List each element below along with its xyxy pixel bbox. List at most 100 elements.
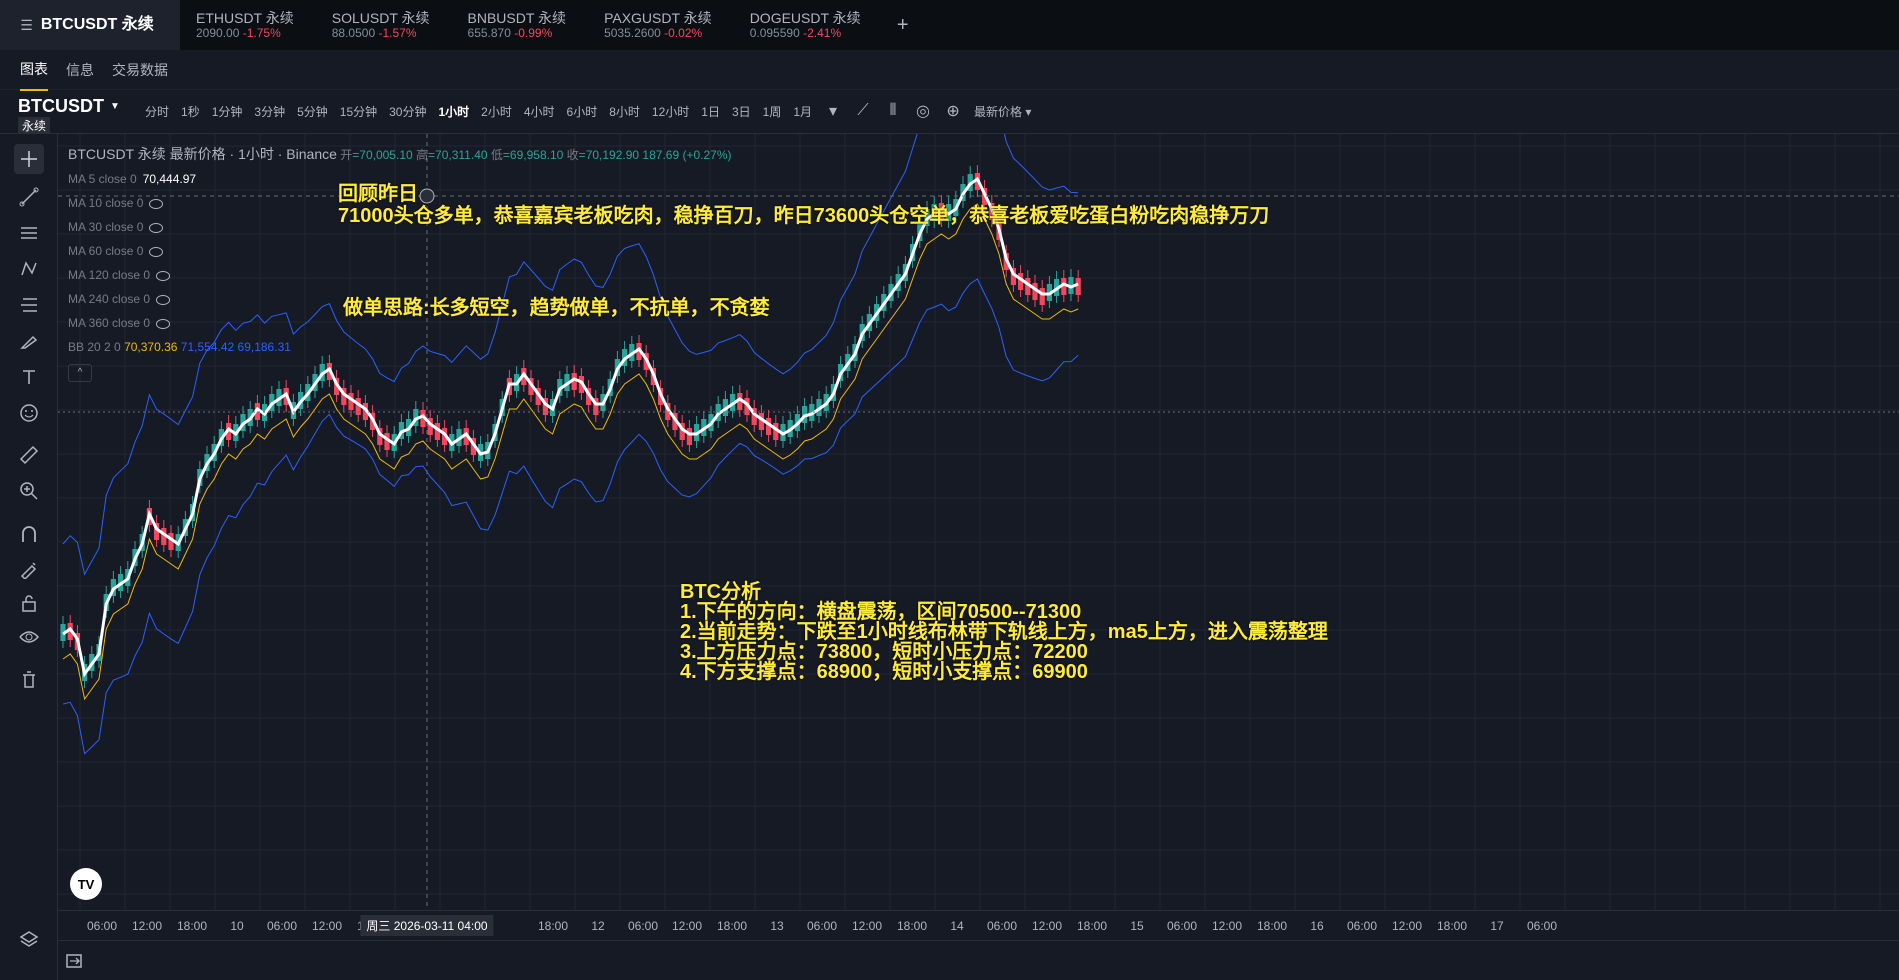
interval-9[interactable]: 4小时: [524, 103, 555, 120]
symbol-name: BTCUSDT: [18, 96, 104, 116]
tab-paxgusdt[interactable]: PAXGUSDT 永续 5035.2600 -0.02%: [588, 0, 734, 50]
hidden-eye-icon[interactable]: [149, 198, 164, 209]
time-tick: 06:00: [1166, 919, 1198, 933]
tab-title: BNBUSDT 永续: [467, 10, 567, 26]
interval-13[interactable]: 1日: [701, 103, 720, 120]
interval-14[interactable]: 3日: [732, 103, 751, 120]
brush-icon[interactable]: [14, 326, 44, 356]
interval-3[interactable]: 3分钟: [254, 103, 285, 120]
interval-5[interactable]: 15分钟: [340, 103, 377, 120]
symbol-selector[interactable]: BTCUSDT ▼ 永续: [18, 96, 120, 134]
time-tick: 06:00: [1526, 919, 1558, 933]
chart-pane[interactable]: BTCUSDT 永续 最新价格 · 1小时 · Binance 开=70,005…: [58, 134, 1899, 910]
time-tick: 18:00: [176, 919, 208, 933]
tab-price: 88.0500: [331, 26, 376, 40]
time-tick: 18:00: [716, 919, 748, 933]
view-tabs: 图表 信息 交易数据: [0, 49, 1899, 91]
fib-icon[interactable]: [14, 290, 44, 320]
time-tick: 17: [1490, 919, 1504, 933]
magnet-icon[interactable]: [14, 520, 44, 550]
time-tick: 12:00: [131, 919, 163, 933]
ma-label: MA 120 close 0: [68, 268, 151, 282]
time-axis[interactable]: 06:00 12:00 18:00 10 06:00 12:00 18:00 18:00 12 0…: [58, 910, 1899, 940]
tab-price: 655.870: [467, 26, 511, 40]
hidden-eye-icon[interactable]: [156, 294, 171, 305]
candle-body: [1039, 288, 1045, 305]
price-type-select[interactable]: 最新价格 ▾: [974, 103, 1031, 120]
interval-15[interactable]: 1周: [763, 103, 782, 120]
candle-body: [686, 428, 692, 445]
time-tick: 16: [1310, 919, 1324, 933]
tab-title: PAXGUSDT 永续: [604, 10, 712, 26]
interval-12[interactable]: 12小时: [652, 103, 689, 120]
strategy-note: 做单思路:长多短空，趋势做单，不抗单，不贪婪: [343, 297, 770, 319]
add-icon[interactable]: ⊕: [944, 102, 962, 120]
tab-trading-data[interactable]: 交易数据: [112, 50, 168, 90]
tab-solusdt[interactable]: SOLUSDT 永续 88.0500 -1.57%: [316, 0, 452, 50]
tab-btcusdt[interactable]: ☰ BTCUSDT 永续: [0, 0, 180, 50]
time-tick: 18:00: [1076, 919, 1108, 933]
tab-info[interactable]: 信息: [66, 50, 94, 90]
trend-line-icon[interactable]: [14, 182, 44, 212]
open-label: 开: [340, 148, 353, 162]
interval-16[interactable]: 1月: [793, 103, 812, 120]
layers-icon[interactable]: [14, 924, 44, 954]
more-intervals-icon[interactable]: ▾: [824, 102, 842, 120]
ma-label: MA 360 close 0: [68, 316, 151, 330]
ohlc-values: 开=70,005.10 高=70,311.40 低=69,958.10 收=70…: [340, 148, 732, 162]
interval-1[interactable]: 1秒: [181, 103, 200, 120]
interval-6[interactable]: 30分钟: [389, 103, 426, 120]
horizontal-lines-icon[interactable]: [14, 218, 44, 248]
ruler-icon[interactable]: [14, 440, 44, 470]
tab-bnbusdt[interactable]: BNBUSDT 永续 655.870 -0.99%: [452, 0, 589, 50]
app-root: ☰ BTCUSDT 永续 ETHUSDT 永续 2090.00 -1.75% S…: [0, 0, 1899, 980]
high-label: 高: [416, 148, 429, 162]
text-icon[interactable]: [14, 362, 44, 392]
tab-price-line: 0.095590 -2.41%: [750, 26, 861, 40]
hidden-eye-icon[interactable]: [149, 222, 164, 233]
zoom-in-icon[interactable]: [14, 476, 44, 506]
market-tab-bar: ☰ BTCUSDT 永续 ETHUSDT 永续 2090.00 -1.75% S…: [0, 0, 1899, 50]
tab-change: -0.02%: [664, 26, 703, 40]
date-range-icon[interactable]: [64, 951, 84, 971]
tradingview-logo[interactable]: TV: [70, 868, 102, 900]
time-tick: 18:00: [896, 919, 928, 933]
interval-11[interactable]: 8小时: [609, 103, 640, 120]
hidden-eye-icon[interactable]: [156, 318, 171, 329]
time-tick: 06:00: [86, 919, 118, 933]
interval-8[interactable]: 2小时: [481, 103, 512, 120]
caret-down-icon: ▼: [110, 101, 120, 112]
chart-type-icon[interactable]: ⫴: [884, 102, 902, 120]
add-tab-button[interactable]: +: [883, 0, 923, 50]
symbol-name-row: BTCUSDT ▼: [18, 96, 120, 117]
collapse-legend-button[interactable]: ^: [68, 364, 92, 382]
eye-icon[interactable]: [14, 622, 44, 652]
pattern-icon[interactable]: [14, 254, 44, 284]
ma-label: MA 10 close 0: [68, 196, 144, 210]
bb-lower: 69,186.31: [237, 340, 291, 354]
camera-icon[interactable]: ◎: [914, 102, 932, 120]
tab-price-line: 2090.00 -1.75%: [196, 26, 294, 40]
lock-icon[interactable]: [14, 588, 44, 618]
crosshair-icon[interactable]: [14, 144, 44, 174]
emoji-icon[interactable]: [14, 398, 44, 428]
list-icon: ☰: [20, 16, 33, 33]
interval-4[interactable]: 5分钟: [297, 103, 328, 120]
tab-chart[interactable]: 图表: [20, 49, 48, 91]
indicator-icon[interactable]: ⟋: [854, 102, 872, 120]
hidden-eye-icon[interactable]: [156, 270, 171, 281]
trash-icon[interactable]: [14, 664, 44, 694]
interval-10[interactable]: 6小时: [567, 103, 598, 120]
tab-ethusdt[interactable]: ETHUSDT 永续 2090.00 -1.75%: [180, 0, 316, 50]
tab-change: -2.41%: [803, 26, 842, 40]
interval-7[interactable]: 1小时: [438, 103, 469, 120]
interval-0[interactable]: 分时: [145, 103, 169, 120]
time-tick: 06:00: [1346, 919, 1378, 933]
interval-2[interactable]: 1分钟: [212, 103, 243, 120]
hidden-eye-icon[interactable]: [149, 246, 164, 257]
lock-drawing-icon[interactable]: [14, 554, 44, 584]
bb-upper: 71,554.42: [180, 340, 235, 354]
time-tick: 14: [950, 919, 964, 933]
tab-dogeusdt[interactable]: DOGEUSDT 永续 0.095590 -2.41%: [734, 0, 883, 50]
chart-legend: BTCUSDT 永续 最新价格 · 1小时 · Binance 开=70,005…: [68, 142, 731, 383]
